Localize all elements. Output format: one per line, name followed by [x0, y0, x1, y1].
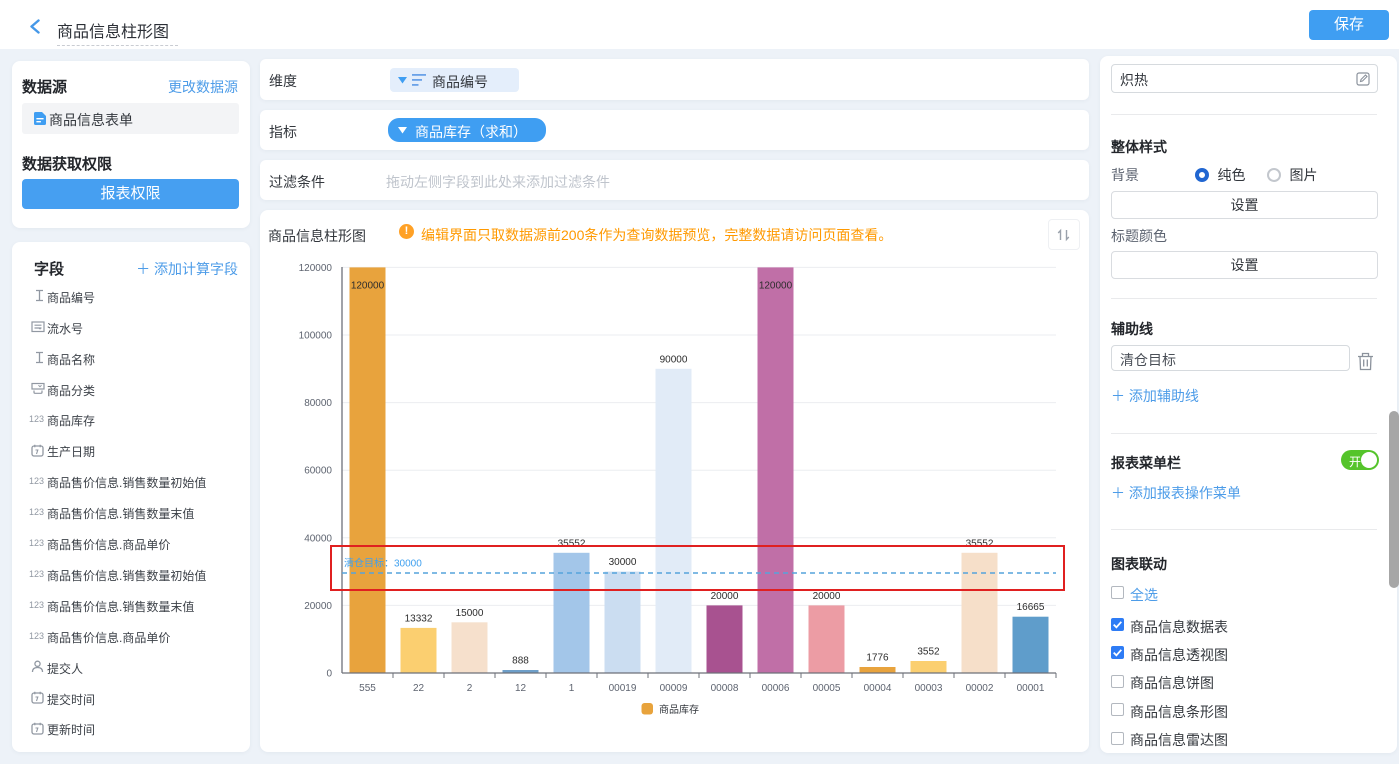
svg-text:0: 0: [326, 669, 332, 680]
svg-text:清仓目标：30000: 清仓目标：30000: [344, 557, 422, 570]
svg-text:00004: 00004: [864, 683, 892, 694]
svg-text:120000: 120000: [299, 263, 333, 274]
svg-text:90000: 90000: [660, 354, 688, 365]
svg-text:00005: 00005: [813, 683, 841, 694]
svg-text:3552: 3552: [917, 647, 940, 658]
svg-text:100000: 100000: [299, 331, 333, 342]
svg-text:30000: 30000: [609, 557, 637, 568]
svg-text:555: 555: [359, 683, 376, 694]
svg-text:120000: 120000: [351, 280, 385, 291]
svg-text:1: 1: [569, 683, 575, 694]
svg-text:20000: 20000: [813, 591, 841, 602]
svg-text:80000: 80000: [304, 398, 332, 409]
svg-text:888: 888: [512, 656, 529, 667]
svg-text:1776: 1776: [866, 653, 889, 664]
svg-text:00008: 00008: [711, 683, 739, 694]
svg-text:00006: 00006: [762, 683, 790, 694]
svg-text:40000: 40000: [304, 533, 332, 544]
svg-text:15000: 15000: [456, 608, 484, 619]
svg-text:16665: 16665: [1017, 602, 1045, 613]
svg-text:60000: 60000: [304, 466, 332, 477]
svg-text:35552: 35552: [966, 538, 994, 549]
svg-text:2: 2: [467, 683, 473, 694]
svg-text:20000: 20000: [304, 601, 332, 612]
svg-text:12: 12: [515, 683, 527, 694]
svg-text:35552: 35552: [558, 538, 586, 549]
svg-text:00001: 00001: [1017, 683, 1045, 694]
svg-text:商品库存: 商品库存: [659, 703, 699, 716]
svg-text:120000: 120000: [759, 280, 793, 291]
svg-text:00002: 00002: [966, 683, 994, 694]
svg-text:20000: 20000: [711, 591, 739, 602]
svg-text:00003: 00003: [915, 683, 943, 694]
svg-text:00019: 00019: [609, 683, 637, 694]
svg-text:00009: 00009: [660, 683, 688, 694]
svg-text:22: 22: [413, 683, 425, 694]
svg-text:13332: 13332: [405, 613, 433, 624]
